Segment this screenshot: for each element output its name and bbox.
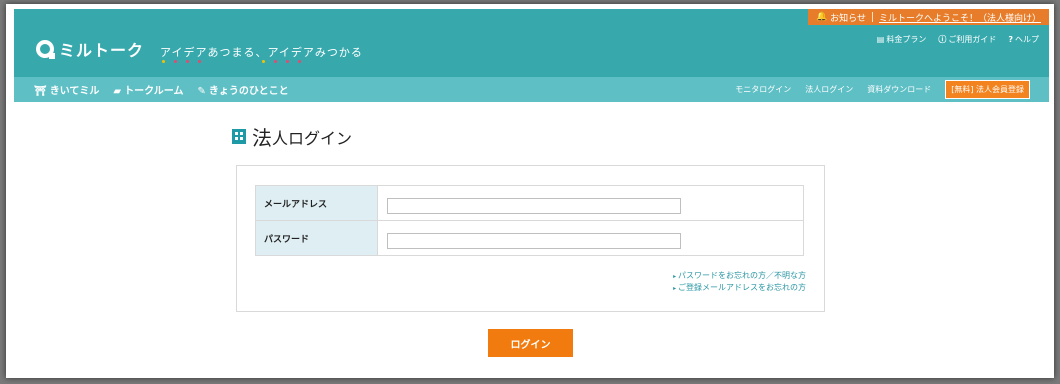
notice-label[interactable]: お知らせ bbox=[830, 11, 866, 24]
forgot-password-link[interactable]: パスワードをお忘れの方／不明な方 bbox=[673, 270, 806, 282]
email-label: メールアドレス bbox=[255, 185, 378, 221]
welcome-link[interactable]: ミルトークへようこそ！（法人様向け） bbox=[879, 11, 1041, 24]
password-field[interactable] bbox=[387, 232, 681, 249]
pricing-label: 料金プラン bbox=[886, 35, 927, 44]
password-cell bbox=[377, 220, 804, 256]
nav-item-talkroom[interactable]: ▰ トークルーム bbox=[113, 82, 183, 97]
password-row: パスワード bbox=[255, 220, 804, 256]
page-title-rest: 人ログイン bbox=[272, 128, 353, 148]
megaphone-icon: ✎ bbox=[197, 86, 206, 97]
login-button[interactable]: ログイン bbox=[488, 329, 573, 357]
header-links: ▤ 料金プラン ⓘ ご利用ガイド ? ヘルプ bbox=[877, 34, 1039, 45]
logo[interactable]: ミルトーク bbox=[36, 37, 144, 61]
download-link[interactable]: 資料ダウンロード bbox=[867, 84, 931, 95]
tagline-dots-2 bbox=[262, 60, 301, 63]
page-title-first: 法 bbox=[252, 126, 272, 150]
help-links: パスワードをお忘れの方／不明な方 ご登録メールアドレスをお忘れの方 bbox=[673, 270, 806, 294]
nav-item-kiitemiru[interactable]: ⛩ きいてミル bbox=[34, 82, 99, 97]
monitor-login-link[interactable]: モニタログイン bbox=[735, 84, 791, 95]
corporate-login-link[interactable]: 法人ログイン bbox=[805, 84, 853, 95]
nav-label: きょうのひとこと bbox=[208, 86, 289, 97]
login-form: メールアドレス パスワード bbox=[255, 185, 804, 256]
site-header: ミルトーク アイデアあつまる、アイデアみつかる ▤ 料金プラン ⓘ ご利用ガイド ?… bbox=[14, 29, 1049, 77]
tagline-dots bbox=[162, 60, 201, 63]
notice-bar: 🔔 お知らせ ミルトークへようこそ！（法人様向け） bbox=[807, 9, 1049, 25]
nav-label: きいてミル bbox=[49, 86, 100, 97]
help-icon: ? bbox=[1008, 35, 1013, 44]
top-strip: 🔔 お知らせ ミルトークへようこそ！（法人様向け） bbox=[14, 9, 1049, 29]
guide-label: ご利用ガイド bbox=[948, 35, 997, 44]
nav-right: モニタログイン 法人ログイン 資料ダウンロード [無料] 法人会員登録 bbox=[735, 80, 1030, 99]
forgot-email-link[interactable]: ご登録メールアドレスをお忘れの方 bbox=[673, 282, 806, 294]
register-button[interactable]: [無料] 法人会員登録 bbox=[945, 80, 1030, 99]
page-title: 法 人ログイン bbox=[232, 122, 352, 151]
nav-left: ⛩ きいてミル ▰ トークルーム ✎ きょうのひとこと bbox=[14, 82, 289, 97]
tagline: アイデアあつまる、アイデアみつかる bbox=[160, 46, 363, 59]
email-row: メールアドレス bbox=[255, 185, 804, 221]
notice-divider bbox=[871, 12, 873, 22]
guide-link[interactable]: ⓘ ご利用ガイド bbox=[938, 34, 996, 45]
logo-mark-icon bbox=[36, 40, 55, 59]
nav-item-hitokoto[interactable]: ✎ きょうのひとこと bbox=[198, 82, 289, 97]
building-icon bbox=[232, 129, 246, 144]
logo-text: ミルトーク bbox=[59, 41, 145, 60]
info-icon: ⓘ bbox=[938, 35, 947, 44]
main-nav: ⛩ きいてミル ▰ トークルーム ✎ きょうのひとこと モニタログイン 法人ログイン … bbox=[14, 77, 1049, 102]
nav-label: トークルーム bbox=[124, 86, 184, 97]
help-label: ヘルプ bbox=[1015, 35, 1039, 44]
login-panel: メールアドレス パスワード パスワードをお忘れの方／不明な方 ご登録メールアドレ… bbox=[236, 165, 825, 312]
pricing-icon: ▤ bbox=[876, 35, 885, 44]
help-link[interactable]: ? ヘルプ bbox=[1008, 34, 1039, 45]
email-field[interactable] bbox=[387, 197, 681, 214]
hat-icon: ⛩ bbox=[34, 86, 47, 97]
bell-icon: 🔔 bbox=[815, 12, 828, 22]
email-cell bbox=[377, 185, 804, 221]
pricing-link[interactable]: ▤ 料金プラン bbox=[877, 34, 927, 45]
chat-icon: ▰ bbox=[113, 86, 122, 97]
password-label: パスワード bbox=[255, 220, 378, 256]
